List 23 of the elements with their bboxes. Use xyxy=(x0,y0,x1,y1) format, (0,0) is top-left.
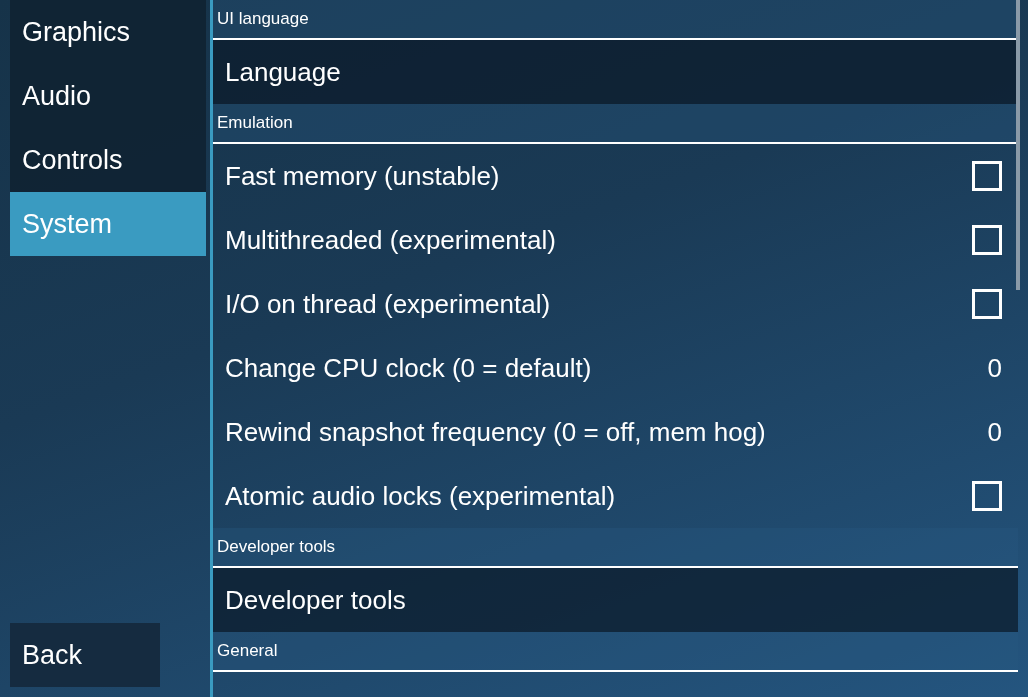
checkbox[interactable] xyxy=(972,289,1002,319)
checkbox[interactable] xyxy=(972,481,1002,511)
setting-value[interactable]: 0 xyxy=(987,416,1002,448)
setting-value[interactable]: 0 xyxy=(987,352,1002,384)
setting-item[interactable]: Language xyxy=(213,40,1018,104)
sidebar-tab[interactable]: Graphics xyxy=(10,0,206,64)
section-header: Emulation xyxy=(217,113,293,133)
section-header: UI language xyxy=(217,9,309,29)
section-header: General xyxy=(217,641,278,661)
setting-label: Atomic audio locks (experimental) xyxy=(225,480,616,512)
setting-label: Rewind snapshot frequency (0 = off, mem hog) xyxy=(225,416,766,448)
setting-label: I/O on thread (experimental) xyxy=(225,288,551,320)
setting-item[interactable]: Developer tools xyxy=(213,568,1018,632)
checkbox[interactable] xyxy=(972,225,1002,255)
scrollbar[interactable] xyxy=(1016,0,1020,290)
back-button[interactable]: Back xyxy=(10,623,160,687)
setting-label: Change CPU clock (0 = default) xyxy=(225,352,592,384)
sidebar-tab[interactable]: Controls xyxy=(10,128,206,192)
sidebar-tab[interactable]: Audio xyxy=(10,64,206,128)
section-header: Developer tools xyxy=(217,537,336,557)
setting-label: Fast memory (unstable) xyxy=(225,160,500,192)
setting-label: Multithreaded (experimental) xyxy=(225,224,556,256)
checkbox[interactable] xyxy=(972,161,1002,191)
